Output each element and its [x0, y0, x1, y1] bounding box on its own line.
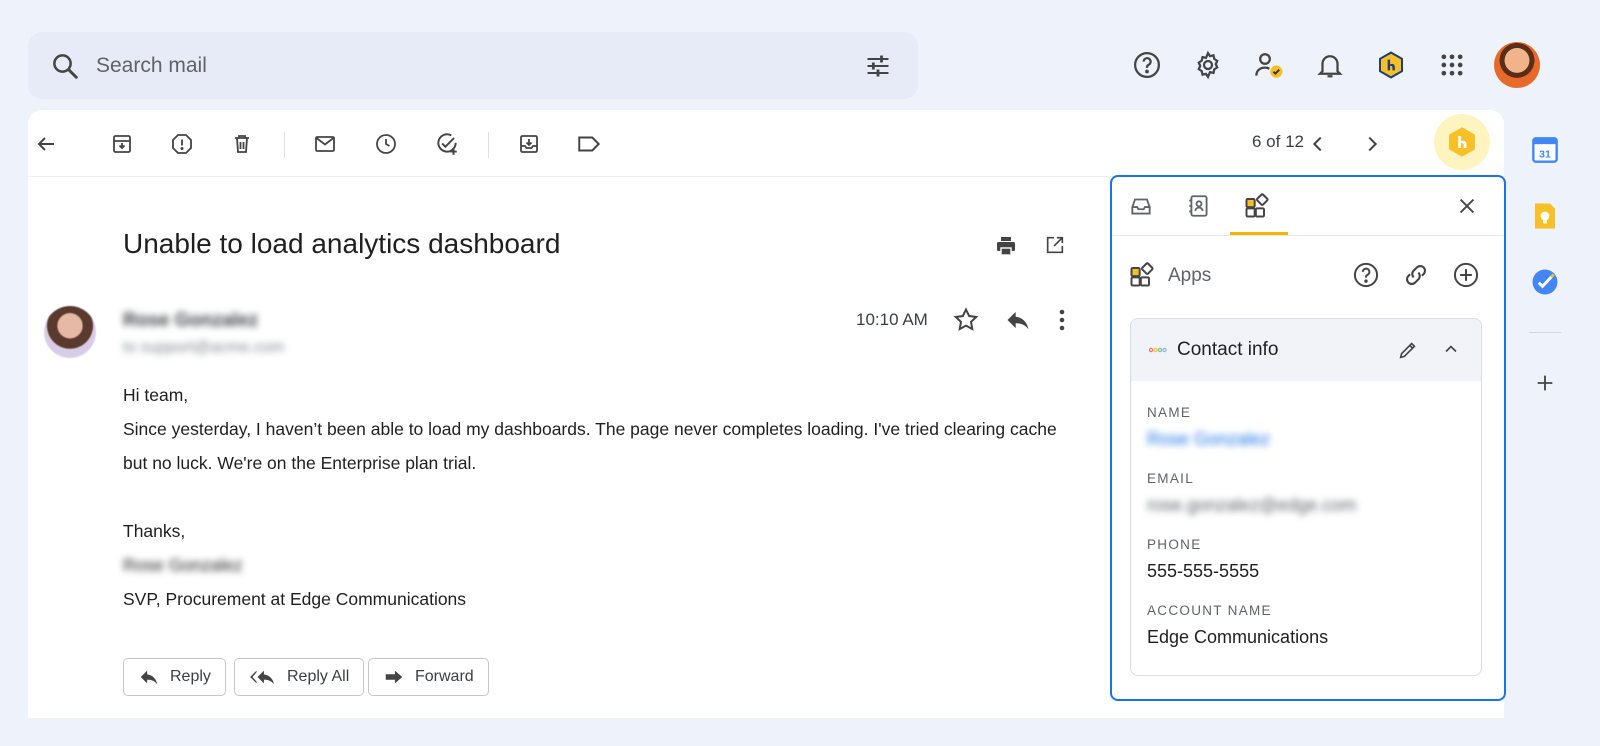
reply-all-button[interactable]: Reply All: [234, 658, 365, 696]
rail-divider: [1529, 332, 1561, 333]
inbox-tab-icon[interactable]: [1126, 191, 1156, 221]
spam-icon[interactable]: [168, 130, 196, 158]
tasks-icon[interactable]: [1529, 266, 1561, 298]
help-icon[interactable]: [1116, 50, 1177, 80]
prev-icon[interactable]: [1304, 130, 1332, 158]
extension-logo-icon: [1444, 124, 1480, 160]
email-value: rose.gonzalez@edge.com: [1147, 495, 1357, 515]
calendar-day: 31: [1539, 149, 1551, 161]
panel-tabs: [1112, 177, 1504, 236]
email-label: EMAIL: [1147, 471, 1195, 486]
pagination-text: 6 of 12: [1252, 132, 1304, 151]
star-icon[interactable]: [952, 306, 980, 334]
account-name-label: ACCOUNT NAME: [1147, 603, 1272, 618]
active-tab-indicator: [1230, 232, 1288, 235]
recipient-line: to support@acme.com: [123, 339, 285, 356]
sender-avatar: [44, 306, 96, 358]
contact-info-header[interactable]: Contact info: [1131, 319, 1481, 381]
top-right-toolbar: [1116, 40, 1540, 90]
body-line: but no luck. We're on the Enterprise pla…: [123, 453, 477, 473]
bell-icon[interactable]: [1299, 50, 1360, 80]
phone-value: 555-555-5555: [1147, 561, 1260, 581]
side-apps-rail: 31: [1520, 134, 1570, 433]
chevron-up-icon[interactable]: [1441, 339, 1461, 359]
apps-tab-icon[interactable]: [1242, 191, 1272, 221]
open-new-window-icon[interactable]: [1044, 234, 1066, 256]
print-icon[interactable]: [994, 234, 1018, 258]
help-icon[interactable]: [1352, 261, 1380, 289]
body-line: Hi team,: [123, 385, 189, 405]
toolbar-divider: [284, 132, 285, 158]
status-icon[interactable]: [1238, 49, 1299, 81]
apps-grid-icon[interactable]: [1421, 51, 1482, 79]
add-circle-icon[interactable]: [1452, 261, 1480, 289]
reply-icon[interactable]: [1004, 306, 1032, 334]
edit-icon[interactable]: [1397, 339, 1419, 361]
contact-info-card: Contact info NAME Rose Gonzalez EMAIL ro…: [1130, 318, 1482, 676]
link-icon[interactable]: [1402, 261, 1430, 289]
apps-icon: [1128, 261, 1156, 289]
addon-side-panel: Apps Contact info NAME Rose Gonzalez EMA…: [1110, 175, 1506, 701]
move-to-icon[interactable]: [515, 130, 543, 158]
apps-title: Apps: [1168, 265, 1212, 286]
name-value[interactable]: Rose Gonzalez: [1147, 429, 1270, 450]
addon-logo-button[interactable]: [1434, 114, 1490, 170]
toolbar-divider: [488, 132, 489, 158]
sender-name: Rose Gonzalez: [123, 310, 259, 331]
reply-icon: [138, 666, 160, 688]
body-line: Thanks,: [123, 521, 186, 541]
account-name-value: Edge Communications: [1147, 627, 1329, 647]
next-icon[interactable]: [1358, 130, 1386, 158]
mark-unread-icon[interactable]: [311, 130, 339, 158]
signature-title: SVP, Procurement at Edge Communications: [123, 589, 467, 609]
reply-all-icon: [249, 666, 277, 688]
forward-icon: [383, 666, 405, 688]
keep-icon[interactable]: [1529, 200, 1561, 232]
forward-button-label: Forward: [415, 668, 474, 685]
signature-name: Rose Gonzalez: [123, 555, 243, 575]
delete-icon[interactable]: [228, 130, 256, 158]
forward-button[interactable]: Forward: [368, 658, 489, 696]
crm-logo-icon: [1149, 346, 1167, 354]
email-toolbar: 6 of 12: [28, 110, 1504, 177]
extension-icon[interactable]: [1360, 49, 1421, 81]
search-icon[interactable]: [50, 51, 80, 81]
reply-all-button-label: Reply All: [287, 668, 350, 685]
settings-icon[interactable]: [1177, 50, 1238, 80]
search-input[interactable]: [94, 52, 798, 79]
more-vert-icon[interactable]: [1050, 306, 1074, 334]
label-icon[interactable]: [575, 130, 603, 158]
name-label: NAME: [1147, 405, 1192, 420]
phone-label: PHONE: [1147, 537, 1202, 552]
archive-icon[interactable]: [108, 130, 136, 158]
account-avatar[interactable]: [1494, 42, 1540, 88]
contacts-tab-icon[interactable]: [1184, 191, 1214, 221]
email-subject: Unable to load analytics dashboard: [123, 228, 561, 259]
snooze-icon[interactable]: [372, 130, 400, 158]
add-task-icon[interactable]: [433, 130, 461, 158]
tune-icon[interactable]: [864, 52, 892, 80]
body-line: Since yesterday, I haven’t been able to …: [123, 419, 1057, 439]
body-line: [123, 480, 1083, 514]
email-body: Hi team, Since yesterday, I haven’t been…: [123, 378, 1083, 616]
close-icon[interactable]: [1452, 191, 1482, 221]
calendar-icon[interactable]: 31: [1529, 134, 1561, 166]
reply-button-label: Reply: [170, 668, 211, 685]
reply-button[interactable]: Reply: [123, 658, 226, 696]
back-icon[interactable]: [32, 130, 60, 158]
add-icon[interactable]: [1529, 367, 1561, 399]
search-bar[interactable]: [28, 32, 918, 99]
email-time: 10:10 AM: [856, 310, 928, 329]
contact-info-title: Contact info: [1177, 339, 1279, 360]
